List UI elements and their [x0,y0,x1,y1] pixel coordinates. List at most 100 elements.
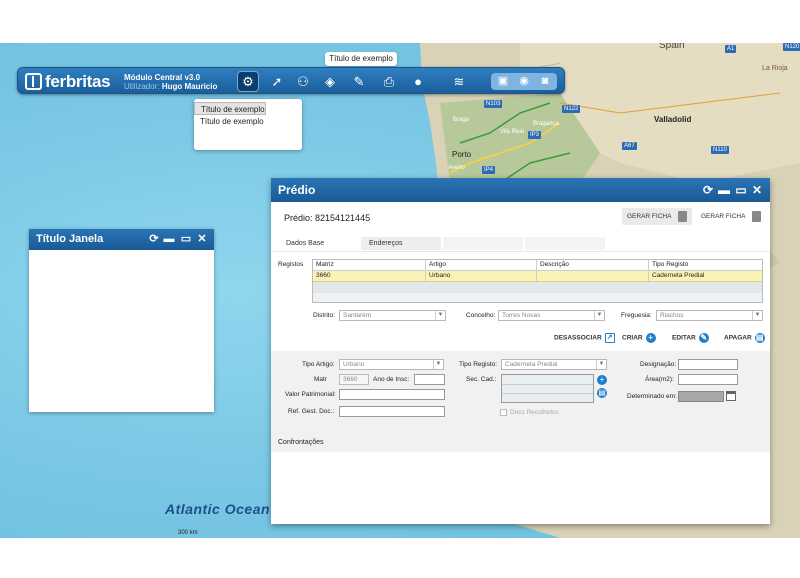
valor-patrimonial-field[interactable] [339,389,445,400]
people-icon[interactable]: ⚇ [292,71,314,92]
editar-label: EDITAR [672,334,696,342]
freguesia-value: Riachos [660,312,684,319]
concelho-value: Torres Novas [502,312,541,319]
table-cell: Urbano [426,271,537,282]
trash-icon[interactable]: ▤ [597,388,607,398]
menu-item[interactable]: Título de exemplo [194,102,266,115]
tab-dados-base[interactable]: Dados Base [279,237,359,250]
user-line: Utilizador: Hugo Mauricio [124,82,217,91]
table-row[interactable]: 3660 Urbano Caderneta Predial [313,271,762,282]
screen-icon[interactable]: ▣ [493,73,513,90]
map-label-aveiro: Aveiro [448,165,465,171]
road-n122: N122 [562,105,581,113]
minimize-icon[interactable]: ▬ [163,232,175,246]
globe-icon[interactable]: ● [407,71,429,92]
main-toolbar: ferbritas Módulo Central v3.0 Utilizador… [17,67,565,94]
distrito-value: Santarém [343,312,372,319]
apagar-label: APAGAR [724,334,752,342]
cursor-info-icon[interactable]: ➚ [266,71,288,92]
table-cell [537,271,649,282]
satellite-icon[interactable]: ✎ [348,71,370,92]
criar-label: CRIAR [622,334,643,342]
user-name: Hugo Mauricio [161,82,218,91]
freguesia-select[interactable]: Riachos ▼ [656,310,763,321]
map-label-braga: Braga [453,117,470,123]
tipo-registo-value: Caderneta Predial [505,361,558,368]
gerar-ficha-button[interactable]: GERAR FICHA [622,208,692,225]
determinado-em-label: Determinado em: [627,393,677,400]
desassociar-label: DESASSOCIAR [554,334,602,342]
tipo-artigo-select[interactable]: Urbano ▼ [339,359,444,370]
document-icon [678,211,687,222]
tipo-registo-label: Tipo Registo: [459,361,498,368]
criar-button[interactable]: CRIAR + [622,333,656,344]
map-label-braganca: Bragança [533,121,559,127]
add-icon[interactable]: + [597,375,607,385]
logo: ferbritas [25,71,111,91]
dropdown-menu: Título de exemplo Título de exemplo Títu… [194,99,302,150]
camera-icon[interactable]: ◙ [535,73,555,90]
apagar-button[interactable]: APAGAR ▤ [724,333,765,344]
sec-cad-list[interactable] [501,374,594,403]
docs-recolhidos-checkbox[interactable] [500,409,507,416]
print-icon[interactable]: ⎙ [378,71,400,92]
predio-window-title: Prédio [278,183,316,197]
table-header: Matriz Artigo Descrição Tipo Registo [313,260,762,271]
tipo-registo-select[interactable]: Caderneta Predial ▼ [501,359,607,370]
road-n103: N103 [484,100,503,108]
module-info: Módulo Central v3.0 Utilizador: Hugo Mau… [124,73,217,91]
area-field[interactable] [678,374,738,385]
tipo-artigo-value: Urbano [343,361,365,368]
editar-button[interactable]: EDITAR ✎ [672,333,709,344]
gerar-ficha-button-2[interactable]: GERAR FICHA [696,208,766,225]
tipo-artigo-label: Tipo Artigo: [302,361,335,368]
concelho-select[interactable]: Torres Novas ▼ [498,310,605,321]
calendar-icon[interactable] [726,391,736,401]
layers-stack-icon[interactable]: ◈ [319,71,341,92]
pencil-icon: ✎ [698,333,709,343]
brand-name: ferbritas [45,71,111,91]
tools-icon[interactable]: ⚙ [237,71,259,92]
area-label: Área(m2): [645,376,674,383]
desassociar-button[interactable]: DESASSOCIAR ↗ [554,333,615,344]
designacao-label: Designação: [640,361,677,368]
maximize-icon[interactable]: ▭ [735,183,747,197]
chevron-down-icon: ▼ [435,311,445,320]
minimize-icon[interactable]: ▬ [718,183,730,197]
ref-gest-doc-label: Ref. Gest. Doc.: [288,408,335,415]
tab-empty[interactable] [443,237,523,250]
close-icon[interactable]: ✕ [751,183,763,197]
menu-item[interactable]: Título de exemplo [194,115,302,128]
designacao-field[interactable] [678,359,738,370]
determinado-em-field[interactable] [678,391,724,402]
layers-icon[interactable]: ≋ [448,71,470,92]
tab-enderecos[interactable]: Endereços [361,237,441,250]
ref-gest-doc-field[interactable] [339,406,445,417]
predio-window-header[interactable]: Prédio ⟳ ▬ ▭ ✕ [271,178,770,202]
maximize-icon[interactable]: ▭ [180,232,192,246]
refresh-icon[interactable]: ⟳ [702,183,714,197]
small-window-header[interactable]: Título Janela ⟳ ▬ ▭ ✕ [29,229,214,250]
sec-cad-label: Sec. Cad.: [466,376,497,383]
world-icon[interactable]: ◉ [514,73,534,90]
trash-icon: ▤ [754,333,765,343]
logo-mark-icon [25,73,42,90]
tab-empty[interactable] [525,237,605,250]
document-icon [752,211,761,222]
matr-label: Matr [314,376,327,383]
predio-id: Prédio: 82154121445 [284,213,371,223]
ano-insc-field[interactable] [414,374,445,385]
confrontacoes-label: Confrontações [278,439,324,446]
small-window-title: Título Janela [36,233,104,245]
refresh-icon[interactable]: ⟳ [148,232,160,246]
close-icon[interactable]: ✕ [196,232,208,246]
road-ip3: IP3 [528,131,542,139]
chevron-down-icon: ▼ [752,311,762,320]
user-label: Utilizador: [124,82,160,91]
distrito-select[interactable]: Santarém ▼ [339,310,446,321]
toolbar-tooltip: Título de exemplo [325,52,397,66]
view-toggle-group: ▣ ◉ ◙ [491,73,557,90]
chevron-down-icon: ▼ [596,360,606,369]
map-label-valladolid: Valladolid [654,115,692,124]
matr-field[interactable]: 3660 [339,374,369,385]
